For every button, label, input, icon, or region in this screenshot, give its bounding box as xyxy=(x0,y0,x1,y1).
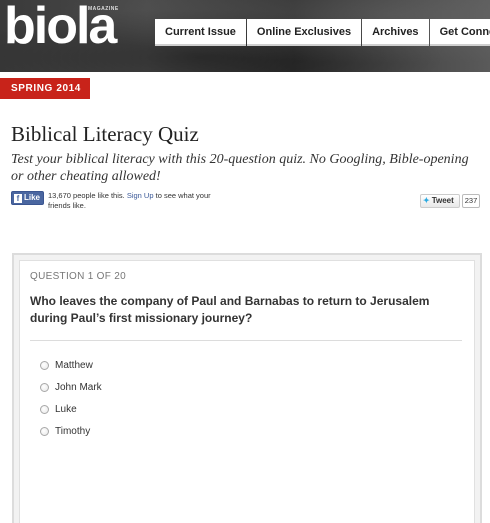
facebook-like-button[interactable]: f Like xyxy=(11,191,44,205)
radio-button[interactable] xyxy=(40,405,49,414)
answer-label: Timothy xyxy=(55,426,91,437)
radio-button[interactable] xyxy=(40,427,49,436)
nav-archives[interactable]: Archives xyxy=(362,19,429,46)
tweet-button[interactable]: ✦ Tweet xyxy=(420,194,460,208)
question-counter: QUESTION 1 OF 20 xyxy=(30,271,126,282)
answer-label: Matthew xyxy=(55,360,93,371)
nav-current-issue[interactable]: Current Issue xyxy=(155,19,246,46)
question-text: Who leaves the company of Paul and Barna… xyxy=(30,294,430,325)
page-title: Biblical Literacy Quiz xyxy=(11,122,199,146)
nav-get-connected[interactable]: Get Connected xyxy=(429,19,490,46)
quiz-card: QUESTION 1 OF 20 Who leaves the company … xyxy=(19,260,475,523)
radio-button[interactable] xyxy=(40,383,49,392)
facebook-like-count: 13,670 people like this. xyxy=(48,191,125,200)
tweet-count: 237 xyxy=(462,194,480,208)
quiz-panel: QUESTION 1 OF 20 Who leaves the company … xyxy=(12,253,482,523)
facebook-signup-link[interactable]: Sign Up xyxy=(127,191,154,200)
question-divider xyxy=(30,340,462,341)
facebook-like-label: Like xyxy=(24,193,41,202)
answer-option-luke[interactable]: Luke xyxy=(40,404,77,415)
answer-label: John Mark xyxy=(55,382,102,393)
facebook-icon: f xyxy=(14,193,22,203)
twitter-bird-icon: ✦ xyxy=(423,196,430,205)
issue-badge[interactable]: SPRING 2014 xyxy=(0,78,90,99)
answer-option-timothy[interactable]: Timothy xyxy=(40,426,90,437)
site-header: biola MAGAZINE Current Issue Online Excl… xyxy=(0,0,490,72)
logo-subtitle: MAGAZINE xyxy=(88,6,119,12)
answer-option-john-mark[interactable]: John Mark xyxy=(40,382,102,393)
answer-label: Luke xyxy=(55,404,77,415)
quiz-intro: Test your biblical literacy with this 20… xyxy=(11,152,469,184)
facebook-like-text: 13,670 people like this. Sign Up to see … xyxy=(48,191,228,211)
answer-option-matthew[interactable]: Matthew xyxy=(40,360,93,371)
nav-online-exclusives[interactable]: Online Exclusives xyxy=(246,19,362,46)
radio-button[interactable] xyxy=(40,361,49,370)
tweet-label: Tweet xyxy=(431,196,454,205)
main-nav: Current Issue Online Exclusives Archives… xyxy=(155,19,490,46)
